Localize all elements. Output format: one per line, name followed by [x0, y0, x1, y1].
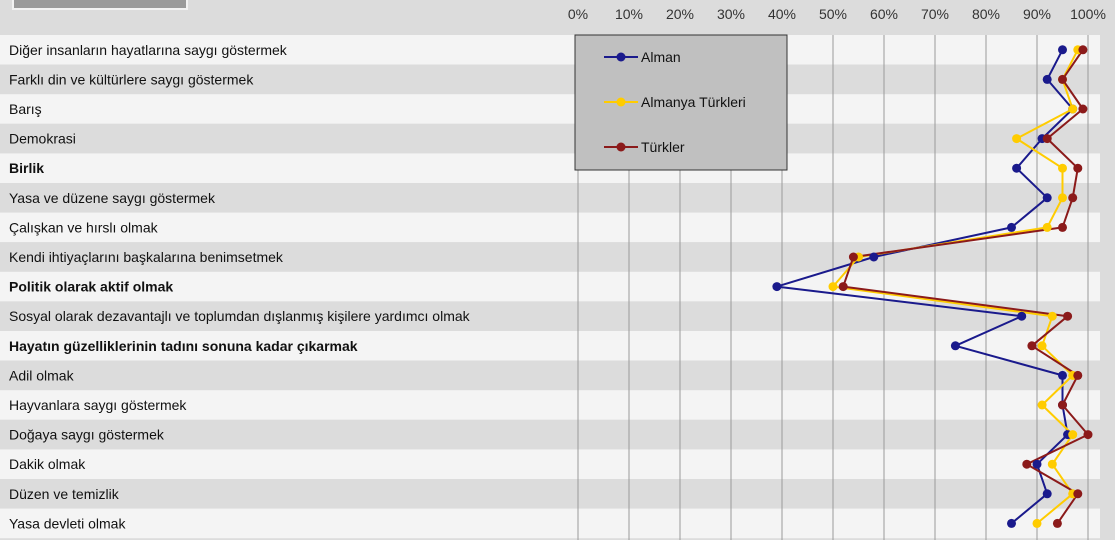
x-tick-label: 50% — [819, 6, 847, 22]
data-point-alman — [1058, 45, 1067, 55]
data-point-alman — [1042, 489, 1052, 499]
legend-marker-alman — [616, 52, 626, 62]
category-label-yasa-ve-duzene-saygi-gostermek: Yasa ve düzene saygı göstermek — [9, 190, 216, 206]
data-point-turkler — [1083, 430, 1093, 440]
category-label-duzen-ve-temizlik: Düzen ve temizlik — [9, 486, 120, 502]
category-label-baris: Barış — [9, 101, 42, 117]
x-tick-label: 60% — [870, 6, 898, 22]
data-point-alman — [1058, 370, 1067, 380]
x-tick-labels: 0% 10% 20% 30% 40% 50% 60% 70% 80% 90% 100% — [568, 6, 1106, 22]
data-point-alman — [1032, 459, 1042, 469]
data-point-almanya-turkleri — [1068, 104, 1078, 114]
data-point-turkler — [1022, 459, 1032, 469]
data-point-turkler — [1073, 489, 1083, 499]
data-point-almanya-turkleri — [1042, 222, 1052, 232]
x-tick-label: 90% — [1023, 6, 1051, 22]
data-point-almanya-turkleri — [1068, 430, 1078, 440]
category-label-dakik-olmak: Dakik olmak — [9, 456, 86, 472]
category-label-sosyal-olarak-dezavantajli-ve-toplumdan-dislanmis-kisilere-yardimci-olmak: Sosyal olarak dezavantajlı ve toplumdan … — [9, 308, 471, 324]
data-point-turkler — [1058, 400, 1067, 410]
legend-marker-almanya-turkleri — [616, 97, 626, 107]
x-tick-label: 40% — [768, 6, 796, 22]
category-label-diger-insanlarin-hayatlarina-saygi-gostermek: Diğer insanların hayatlarına saygı göste… — [9, 42, 288, 58]
x-tick-label: 70% — [921, 6, 949, 22]
data-point-turkler — [1058, 222, 1067, 232]
data-point-alman — [1042, 74, 1052, 84]
x-tick-label: 10% — [615, 6, 643, 22]
data-point-turkler — [1068, 193, 1078, 203]
data-point-turkler — [1078, 45, 1088, 55]
data-point-turkler — [1073, 163, 1083, 173]
category-label-caliskan-ve-hirsli-olmak: Çalışkan ve hırslı olmak — [9, 219, 159, 235]
data-point-almanya-turkleri — [1032, 518, 1042, 528]
category-label-dogaya-saygi-gostermek: Doğaya saygı göstermek — [9, 427, 165, 443]
data-point-turkler — [1027, 341, 1037, 351]
chart-root: 0% 10% 20% 30% 40% 50% 60% 70% 80% 90% 100% Diğer … — [0, 0, 1115, 540]
category-label-birlik: Birlik — [9, 160, 44, 176]
data-point-alman — [772, 282, 782, 292]
data-point-almanya-turkleri — [1058, 193, 1067, 203]
data-point-turkler — [848, 252, 858, 262]
legend-marker-turkler — [616, 142, 626, 152]
x-tick-label: 100% — [1070, 6, 1106, 22]
legend-label-alman: Alman — [641, 49, 681, 65]
data-point-alman — [869, 252, 879, 262]
category-label-kendi-ihtiyaclarini-baskalarina-benimsetmek: Kendi ihtiyaçlarını başkalarına benimset… — [9, 249, 284, 265]
category-label-hayatin-guzelliklerinin-tadini-sonuna-kadar-cikarmak: Hayatın güzelliklerinin tadını sonuna ka… — [9, 338, 358, 354]
data-point-almanya-turkleri — [828, 282, 838, 292]
data-point-turkler — [1052, 518, 1062, 528]
data-point-turkler — [1042, 134, 1052, 144]
chart-svg: 0% 10% 20% 30% 40% 50% 60% 70% 80% 90% 100% Diğer … — [0, 6, 1106, 540]
data-point-turkler — [1078, 104, 1088, 114]
data-point-turkler — [1073, 370, 1083, 380]
data-point-alman — [1012, 163, 1022, 173]
data-point-almanya-turkleri — [1047, 459, 1057, 469]
category-label-farkli-din-ve-kulturlere-saygi-gostermek: Farklı din ve kültürlere saygı göstermek — [9, 71, 254, 87]
data-point-alman — [1007, 222, 1016, 232]
legend-label-almanya-turkleri: Almanya Türkleri — [641, 94, 746, 110]
category-label-politik-olarak-aktif-olmak: Politik olarak aktif olmak — [9, 279, 173, 295]
data-point-alman — [950, 341, 960, 351]
data-point-almanya-turkleri — [1058, 163, 1067, 173]
category-label-demokrasi: Demokrasi — [9, 131, 76, 147]
data-point-turkler — [838, 282, 848, 292]
data-point-alman — [1017, 311, 1027, 321]
x-tick-label: 0% — [568, 6, 588, 22]
category-label-yasa-devleti-olmak: Yasa devleti olmak — [9, 515, 126, 531]
x-tick-label: 30% — [717, 6, 745, 22]
data-point-turkler — [1063, 311, 1073, 321]
legend: Alman Almanya Türkleri Türkler — [574, 34, 788, 171]
category-label-adil-olmak: Adil olmak — [9, 367, 75, 383]
data-point-almanya-turkleri — [1037, 400, 1047, 410]
data-point-almanya-turkleri — [1047, 311, 1057, 321]
category-label-hayvanlara-saygi-gostermek: Hayvanlara saygı göstermek — [9, 397, 187, 413]
x-tick-label: 20% — [666, 6, 694, 22]
data-point-almanya-turkleri — [1037, 341, 1047, 351]
data-point-turkler — [1058, 74, 1067, 84]
x-tick-label: 80% — [972, 6, 1000, 22]
data-point-alman — [1007, 518, 1016, 528]
legend-label-turkler: Türkler — [641, 139, 685, 155]
data-point-alman — [1042, 193, 1052, 203]
data-point-almanya-turkleri — [1012, 134, 1022, 144]
